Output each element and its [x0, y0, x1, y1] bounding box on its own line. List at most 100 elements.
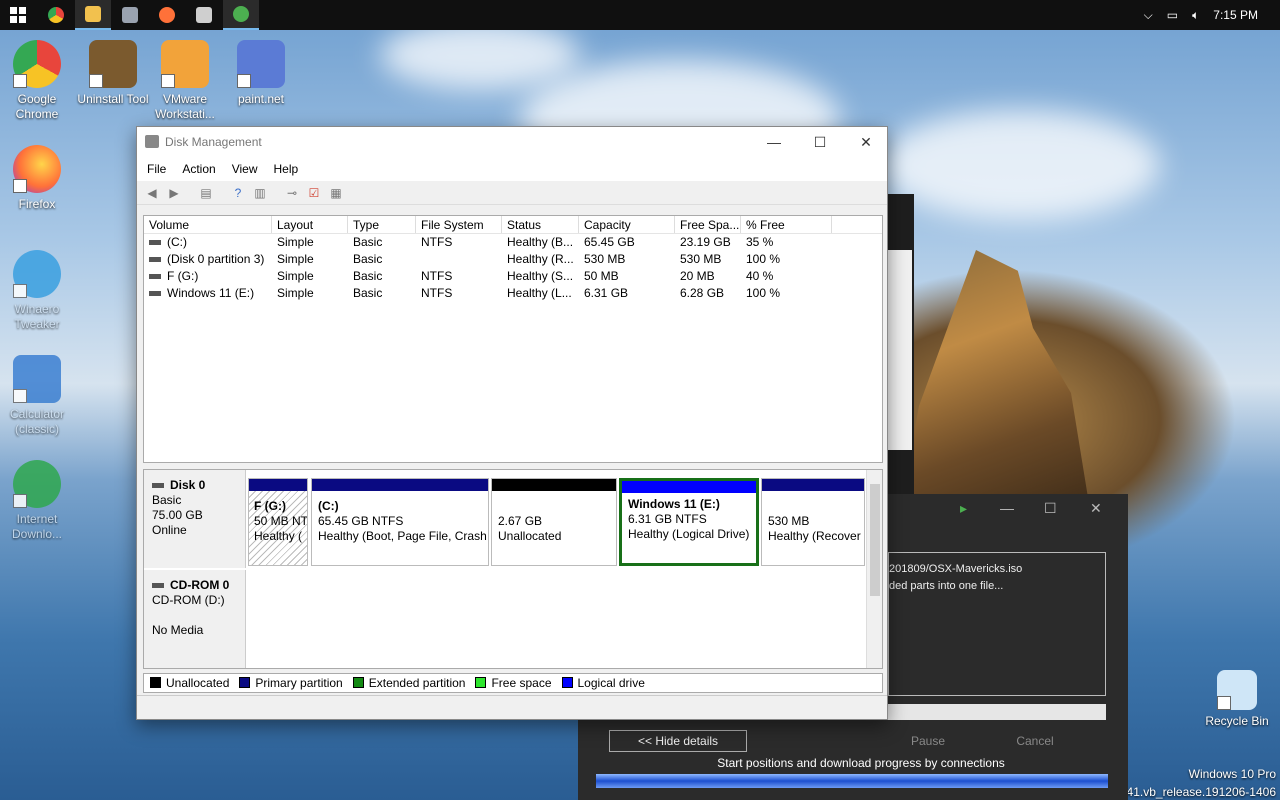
console-tree-icon[interactable]: ▤ [197, 185, 215, 201]
partition-cap [762, 479, 864, 491]
column-header-capacity[interactable]: Capacity [579, 216, 675, 233]
close-icon[interactable]: ✕ [1090, 500, 1102, 517]
menu-help[interactable]: Help [274, 162, 299, 176]
taskbar-cube-app[interactable] [112, 0, 148, 30]
settings-list-icon[interactable]: ▦ [327, 185, 345, 201]
partition-cap [492, 479, 616, 491]
properties-icon[interactable]: ▥ [251, 185, 269, 201]
wallpaper-cloud [380, 20, 580, 90]
taskbar-file-explorer[interactable] [75, 0, 111, 30]
column-header-status[interactable]: Status [502, 216, 579, 233]
taskbar-chrome[interactable] [38, 0, 74, 30]
winaero-icon [13, 250, 61, 298]
download-app-icon: ▸ [960, 500, 968, 516]
scrollbar-thumb[interactable] [870, 484, 880, 596]
partition-cap [312, 479, 488, 491]
column-header-layout[interactable]: Layout [272, 216, 348, 233]
column-header-type[interactable]: Type [348, 216, 416, 233]
watermark-build: 9041.vb_release.191206-1406 [1113, 785, 1276, 799]
connections-progress-bar [596, 774, 1108, 788]
start-button[interactable] [0, 0, 36, 30]
download-progress-bar [888, 704, 1106, 720]
desktop-icon-internet-download-manager[interactable]: Internet Downlo... [0, 460, 74, 542]
wallpaper-cloud [880, 110, 1160, 220]
idm-icon [13, 460, 61, 508]
drive-icon [149, 274, 161, 280]
taskbar-disk-management[interactable] [186, 0, 222, 30]
connect-icon[interactable]: ⊸ [283, 185, 301, 201]
table-row[interactable]: Windows 11 (E:) Simple Basic NTFS Health… [144, 285, 882, 302]
folder-icon [85, 6, 101, 22]
column-header-file-system[interactable]: File System [416, 216, 502, 233]
checklist-icon[interactable]: ☑ [305, 185, 323, 201]
menu-view[interactable]: View [232, 162, 258, 176]
close-icon[interactable]: ✕ [843, 127, 889, 157]
cdrom-0-label[interactable]: CD-ROM 0 CD-ROM (D:) No Media [144, 570, 246, 668]
partition-windows-11-e[interactable]: Windows 11 (E:) 6.31 GB NTFS Healthy (Lo… [619, 478, 759, 566]
cancel-button[interactable]: Cancel [996, 730, 1074, 752]
drive-icon [149, 291, 161, 297]
partition-unallocated[interactable]: 2.67 GB Unallocated [491, 478, 617, 566]
disk-0-label[interactable]: Disk 0 Basic 75.00 GB Online [144, 470, 246, 568]
system-tray: ⌵ ▭ 🔈︎ 7:15 PM [1144, 0, 1280, 30]
volume-list-header: Volume Layout Type File System Status Ca… [144, 216, 882, 234]
clock[interactable]: 7:15 PM [1213, 8, 1258, 22]
table-row[interactable]: (Disk 0 partition 3) Simple Basic Health… [144, 251, 882, 268]
minimize-icon[interactable]: — [1000, 500, 1014, 516]
speaker-icon[interactable]: 🔈︎ [1192, 8, 1199, 23]
vmware-icon [161, 40, 209, 88]
column-header-free-space[interactable]: Free Spa... [675, 216, 741, 233]
disk-icon [152, 483, 164, 489]
desktop-icon-paint-net[interactable]: paint.net [224, 40, 298, 107]
firefox-icon [159, 7, 175, 23]
cube-icon [122, 7, 138, 23]
partition-f[interactable]: F (G:) 50 MB NT Healthy ( [248, 478, 308, 566]
watermark-edition: Windows 10 Pro [1188, 767, 1276, 781]
legend-item: Unallocated [150, 676, 229, 690]
desktop-icon-recycle-bin[interactable]: Recycle Bin [1200, 670, 1274, 729]
desktop-icon-vmware[interactable]: VMware Workstati... [148, 40, 222, 122]
table-row[interactable]: F (G:) Simple Basic NTFS Healthy (S... 5… [144, 268, 882, 285]
partition-c[interactable]: (C:) 65.45 GB NTFS Healthy (Boot, Page F… [311, 478, 489, 566]
maximize-icon[interactable]: ☐ [797, 127, 843, 157]
menu-action[interactable]: Action [182, 162, 215, 176]
help-icon[interactable]: ? [229, 185, 247, 201]
legend-swatch [475, 677, 487, 688]
table-row[interactable]: (C:) Simple Basic NTFS Healthy (B... 65.… [144, 234, 882, 251]
back-arrow-icon[interactable]: ◀ [143, 185, 161, 201]
pause-button[interactable]: Pause [890, 730, 966, 752]
maximize-icon[interactable]: ☐ [1044, 500, 1057, 517]
drive-icon [149, 240, 161, 246]
cdrom-icon [152, 583, 164, 589]
partition-cap [249, 479, 307, 491]
column-header-volume[interactable]: Volume [144, 216, 272, 233]
desktop-icon-calculator[interactable]: Calculator (classic) [0, 355, 74, 437]
menu-file[interactable]: File [147, 162, 166, 176]
recycle-bin-icon [1217, 670, 1257, 710]
network-icon[interactable]: ▭ [1167, 8, 1178, 22]
desktop-icon-firefox[interactable]: Firefox [0, 145, 74, 212]
disk-icon [196, 7, 212, 23]
legend-item: Free space [475, 676, 552, 690]
firefox-icon [13, 145, 61, 193]
desktop-icon-chrome[interactable]: Google Chrome [0, 40, 74, 122]
calculator-icon [13, 355, 61, 403]
chevron-up-icon[interactable]: ⌵ [1144, 8, 1153, 23]
toolbar: ◀ ▶ ▤ ? ▥ ⊸ ☑ ▦ [137, 181, 887, 205]
partition-legend: Unallocated Primary partition Extended p… [143, 673, 883, 693]
taskbar-firefox[interactable] [149, 0, 185, 30]
desktop-icon-uninstall-tool[interactable]: Uninstall Tool [76, 40, 150, 107]
hide-details-button[interactable]: << Hide details [609, 730, 747, 752]
legend-swatch [150, 677, 161, 688]
disk-view-scrollbar[interactable] [866, 470, 882, 668]
column-header-percent-free[interactable]: % Free [741, 216, 832, 233]
globe-download-icon [233, 6, 249, 22]
minimize-icon[interactable]: — [751, 127, 797, 157]
forward-arrow-icon[interactable]: ▶ [165, 185, 183, 201]
legend-swatch [352, 677, 364, 688]
window-titlebar[interactable]: Disk Management — ☐ ✕ [137, 127, 887, 157]
desktop-icon-winaero-tweaker[interactable]: Winaero Tweaker [0, 250, 74, 332]
partition-recovery[interactable]: 530 MB Healthy (Recover [761, 478, 865, 566]
legend-swatch [561, 677, 573, 688]
taskbar-download-manager[interactable] [223, 0, 259, 30]
